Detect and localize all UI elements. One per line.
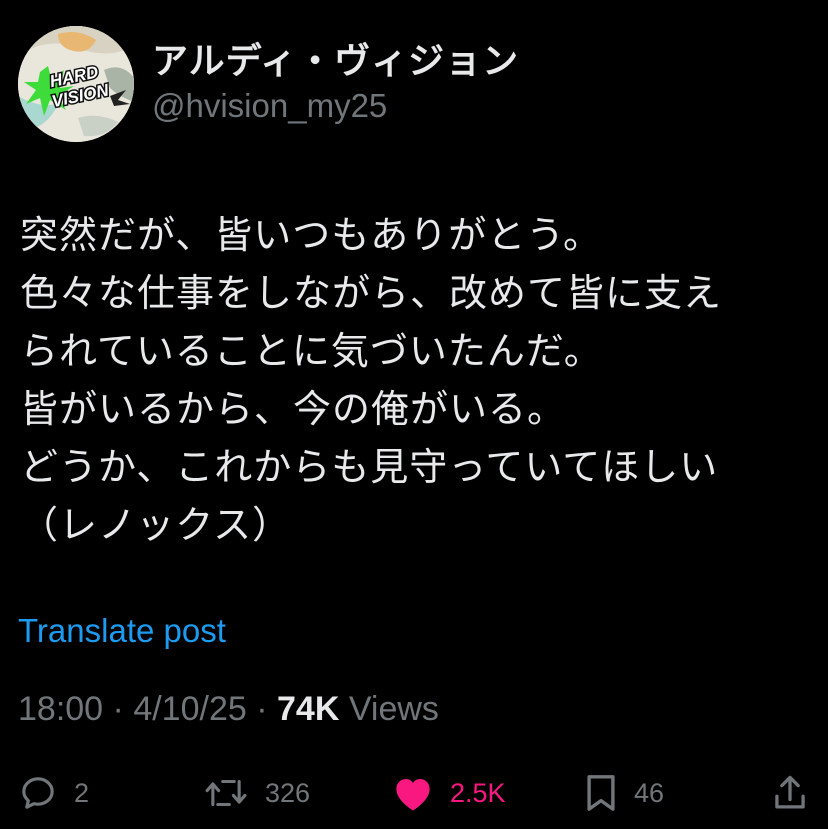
reply-count: 2 <box>74 777 90 808</box>
share-icon <box>775 775 805 809</box>
avatar[interactable]: HARD VISION <box>18 26 134 142</box>
reply-icon <box>22 777 54 809</box>
like-button[interactable]: 2.5K <box>392 768 506 818</box>
post-header: HARD VISION アルディ・ヴィジョン @hvision_my25 <box>18 26 519 142</box>
post-text: 突然だが、皆いつもありがとう。 色々な仕事をしながら、改めて皆に支え られている… <box>20 206 820 554</box>
author-names: アルディ・ヴィジョン @hvision_my25 <box>152 40 519 128</box>
heart-icon <box>396 779 430 811</box>
bookmark-count: 46 <box>634 777 665 808</box>
bookmark-icon <box>587 775 615 811</box>
post-text-line: 色々な仕事をしながら、改めて皆に支え <box>20 271 723 315</box>
views-label: Views <box>348 690 439 728</box>
post-text-line: 突然だが、皆いつもありがとう。 <box>20 213 602 257</box>
share-button[interactable] <box>772 768 808 818</box>
meta-separator: · <box>256 690 268 728</box>
post-text-line: どうか、これからも見守っていてほしい <box>20 445 719 489</box>
display-name[interactable]: アルディ・ヴィジョン <box>152 40 519 84</box>
post-text-line: られていることに気づいたんだ。 <box>20 329 603 373</box>
repost-button[interactable]: 326 <box>203 768 310 818</box>
reply-button[interactable]: 2 <box>18 768 89 818</box>
views-count: 74K <box>277 690 340 728</box>
bookmark-button[interactable]: 46 <box>584 768 664 818</box>
handle[interactable]: @hvision_my25 <box>152 84 519 128</box>
action-bar: 2 326 2.5K 46 <box>18 768 814 818</box>
post-time[interactable]: 18:00 <box>18 690 103 728</box>
repost-count: 326 <box>265 777 311 808</box>
translate-post-link[interactable]: Translate post <box>18 612 226 650</box>
meta-separator: · <box>112 690 124 728</box>
post-meta: 18:00 · 4/10/25 · 74K Views <box>18 690 439 729</box>
repost-icon <box>205 779 247 807</box>
post-text-line: （レノックス） <box>20 503 292 547</box>
post-text-line: 皆がいるから、今の俺がいる。 <box>20 387 567 431</box>
post-date[interactable]: 4/10/25 <box>133 690 246 728</box>
like-count: 2.5K <box>450 777 506 808</box>
avatar-logo-image: HARD VISION <box>18 26 134 142</box>
